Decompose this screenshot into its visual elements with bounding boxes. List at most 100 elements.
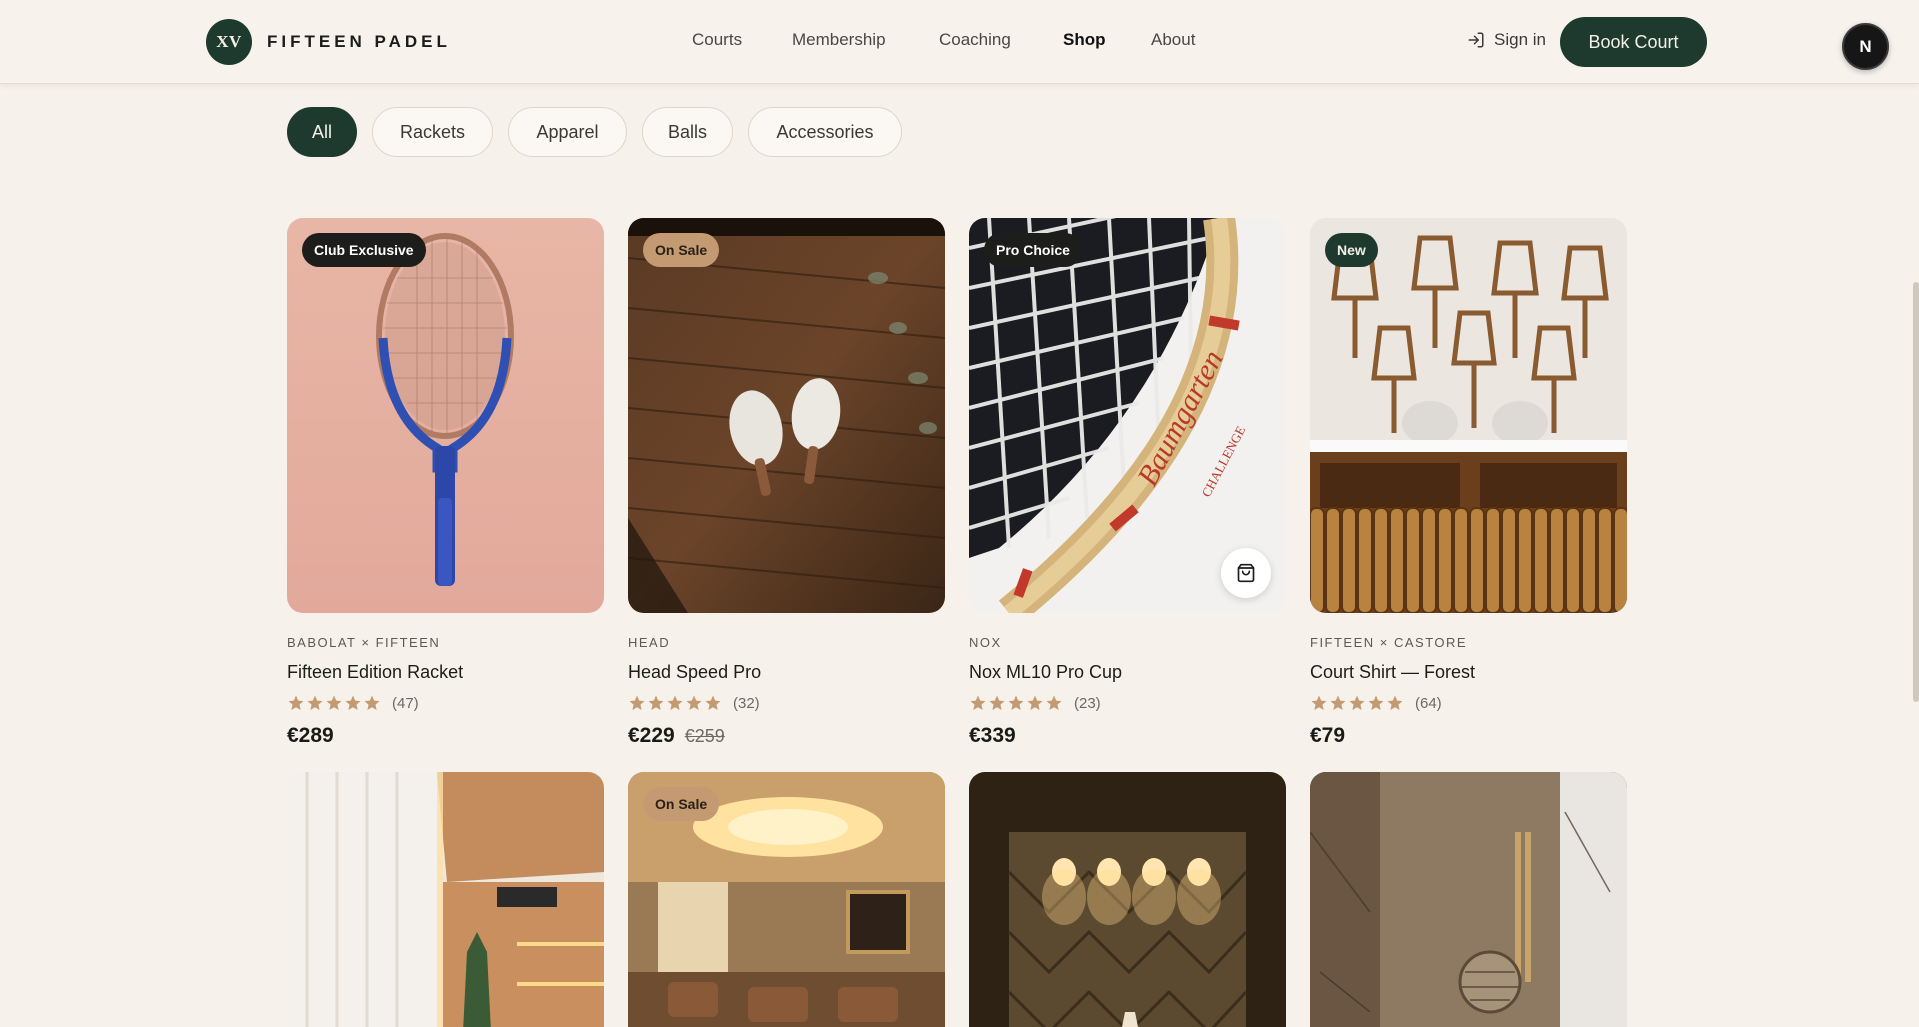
filter-chip-rackets[interactable]: Rackets <box>372 107 493 157</box>
product-card[interactable]: New FIFTEEN × CASTORE Court Shirt — Fore… <box>1310 218 1627 748</box>
sign-in-label: Sign in <box>1494 30 1546 49</box>
product-rating: (23) <box>969 694 1286 712</box>
product-badge: On Sale <box>643 787 720 821</box>
star-icon <box>1387 695 1403 711</box>
product-image[interactable]: Club Exclusive <box>287 218 604 613</box>
category-filters: All Rackets Apparel Balls Accessories <box>287 107 917 157</box>
product-price: €79 <box>1310 724 1346 747</box>
glass-door-photo <box>1310 772 1627 1027</box>
product-brand: FIFTEEN × CASTORE <box>1310 635 1468 650</box>
star-icon <box>307 695 323 711</box>
star-icon <box>629 695 645 711</box>
product-badge: Pro Choice <box>984 233 1082 267</box>
filter-chip-apparel[interactable]: Apparel <box>508 107 627 157</box>
star-rating <box>287 694 382 712</box>
product-card[interactable]: On Sale HEAD Head Speed Pro (32) €229 €2… <box>628 218 945 748</box>
racket-wall-display-photo <box>1310 218 1627 613</box>
nav-link-shop[interactable]: Shop <box>1063 30 1106 50</box>
racket-photo <box>287 218 604 613</box>
review-count: (64) <box>1415 694 1442 712</box>
star-icon <box>1349 695 1365 711</box>
nav-link-about[interactable]: About <box>1151 30 1195 50</box>
product-name[interactable]: Court Shirt — Forest <box>1310 662 1627 683</box>
brand-logo[interactable]: XV FIFTEEN PADEL <box>206 19 451 65</box>
product-image[interactable]: On Sale <box>628 772 945 1027</box>
star-icon <box>686 695 702 711</box>
product-rating: (64) <box>1310 694 1627 712</box>
filter-chip-accessories[interactable]: Accessories <box>748 107 902 157</box>
nav-link-membership[interactable]: Membership <box>792 30 886 50</box>
shopping-bag-icon <box>1237 563 1255 583</box>
product-card[interactable]: Baumgarten CHALLENGE Pro Choice NOX Nox … <box>969 218 1286 748</box>
filter-chip-balls[interactable]: Balls <box>642 107 733 157</box>
star-icon <box>1330 695 1346 711</box>
star-rating <box>628 694 723 712</box>
product-badge: On Sale <box>643 233 720 267</box>
product-image[interactable]: On Sale <box>628 218 945 613</box>
user-avatar[interactable]: N <box>1842 23 1889 70</box>
paddles-on-wood-photo <box>628 218 945 613</box>
product-badge: New <box>1325 233 1378 267</box>
sign-in-icon <box>1468 32 1484 48</box>
review-count: (32) <box>733 694 760 712</box>
product-card[interactable]: Club Exclusive BABOLAT × FIFTEEN Fifteen… <box>287 218 604 748</box>
add-to-cart-button[interactable] <box>1221 548 1271 598</box>
star-icon <box>989 695 1005 711</box>
product-price: €339 <box>969 724 1016 747</box>
price-row: €79 <box>1310 724 1627 748</box>
star-icon <box>326 695 342 711</box>
product-brand: BABOLAT × FIFTEEN <box>287 635 441 650</box>
star-icon <box>1008 695 1024 711</box>
product-image[interactable] <box>969 772 1286 1027</box>
star-icon <box>970 695 986 711</box>
product-badge: Club Exclusive <box>302 233 426 267</box>
interior-room-photo <box>287 772 604 1027</box>
star-icon <box>288 695 304 711</box>
price-row: €289 <box>287 724 604 748</box>
star-rating <box>1310 694 1405 712</box>
brand-name: FIFTEEN PADEL <box>267 32 451 51</box>
product-brand: NOX <box>969 635 1002 650</box>
star-rating <box>969 694 1064 712</box>
product-image[interactable]: Baumgarten CHALLENGE Pro Choice <box>969 218 1286 613</box>
star-icon <box>345 695 361 711</box>
spa-wall-photo <box>969 772 1286 1027</box>
star-icon <box>1046 695 1062 711</box>
product-card[interactable]: On Sale <box>628 772 945 1027</box>
product-name[interactable]: Fifteen Edition Racket <box>287 662 604 683</box>
scrollbar-thumb[interactable] <box>1913 282 1919 702</box>
nav-link-coaching[interactable]: Coaching <box>939 30 1011 50</box>
nav-link-courts[interactable]: Courts <box>692 30 742 50</box>
star-icon <box>648 695 664 711</box>
product-rating: (32) <box>628 694 945 712</box>
product-image[interactable] <box>287 772 604 1027</box>
star-icon <box>364 695 380 711</box>
product-price: €229 <box>628 724 675 747</box>
star-icon <box>1311 695 1327 711</box>
top-navigation: XV FIFTEEN PADEL Courts Membership Coach… <box>0 0 1919 84</box>
product-card[interactable] <box>287 772 604 1027</box>
product-image[interactable] <box>1310 772 1627 1027</box>
filter-chip-all[interactable]: All <box>287 107 357 157</box>
product-rating: (47) <box>287 694 604 712</box>
product-card[interactable] <box>1310 772 1627 1027</box>
star-icon <box>1368 695 1384 711</box>
product-original-price: €259 <box>684 726 725 746</box>
review-count: (47) <box>392 694 419 712</box>
review-count: (23) <box>1074 694 1101 712</box>
star-icon <box>667 695 683 711</box>
product-image[interactable]: New <box>1310 218 1627 613</box>
price-row: €229 €259 <box>628 724 945 748</box>
product-name[interactable]: Nox ML10 Pro Cup <box>969 662 1286 683</box>
product-price: €289 <box>287 724 334 747</box>
page-scrollbar[interactable] <box>1913 84 1919 1027</box>
product-name[interactable]: Head Speed Pro <box>628 662 945 683</box>
book-court-button[interactable]: Book Court <box>1560 17 1707 67</box>
price-row: €339 <box>969 724 1286 748</box>
star-icon <box>1027 695 1043 711</box>
product-card[interactable] <box>969 772 1286 1027</box>
brand-monogram: XV <box>206 19 252 65</box>
sign-in-link[interactable]: Sign in <box>1467 30 1546 50</box>
product-brand: HEAD <box>628 635 671 650</box>
star-icon <box>705 695 721 711</box>
